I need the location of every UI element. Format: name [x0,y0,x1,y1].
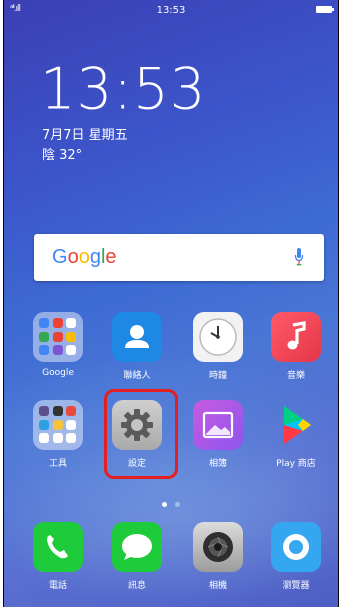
status-bar: ᵃⁱˡ.ıll 13:53 [4,0,338,20]
page-dot-active[interactable] [162,502,167,507]
google-folder-icon [33,312,83,362]
app-messages[interactable]: 訊息 [103,522,171,591]
app-label: Google [42,368,74,378]
app-clock[interactable]: 時鐘 [184,312,252,381]
status-time: 13:53 [156,5,186,16]
google-logo: Google [52,246,117,268]
phone-icon [33,522,83,572]
play-store-icon [271,400,321,450]
message-icon [112,522,162,572]
page-dot[interactable] [175,502,180,507]
app-label: 工具 [48,459,67,469]
clock-icon [193,312,243,362]
app-label: Play 商店 [276,459,316,469]
app-label: 相機 [208,581,227,591]
app-google-folder[interactable]: Google [24,312,92,378]
app-row-1: Google 聯絡人 時鐘 音樂 [4,312,338,392]
app-gallery[interactable]: 相簿 [184,400,252,469]
app-label: 訊息 [127,581,146,591]
tools-folder-icon [33,400,83,450]
dock: 電話 訊息 相機 瀏覽器 [4,522,338,602]
gallery-icon [193,400,243,450]
home-screen: ᵃⁱˡ.ıll 13:53 13:53 7月7日 星期五 陰 32° Googl… [3,0,339,607]
app-label: 時鐘 [208,371,227,381]
app-music[interactable]: 音樂 [262,312,330,381]
mic-icon[interactable] [294,247,304,267]
battery-icon [316,6,334,13]
weather-text: 陰 32° [42,148,83,163]
contacts-icon [112,312,162,362]
app-browser[interactable]: 瀏覽器 [262,522,330,591]
page-indicator [4,492,338,511]
app-phone[interactable]: 電話 [24,522,92,591]
app-label: 相簿 [208,459,227,469]
app-play-store[interactable]: Play 商店 [262,400,330,469]
settings-highlight-box [104,389,178,479]
app-tools-folder[interactable]: 工具 [24,400,92,469]
app-camera[interactable]: 相機 [184,522,252,591]
browser-icon [271,522,321,572]
clock-widget-date: 7月7日 星期五 [42,128,128,143]
app-label: 電話 [48,581,67,591]
app-label: 瀏覽器 [282,581,310,591]
app-contacts[interactable]: 聯絡人 [103,312,171,381]
clock-widget-time[interactable]: 13:53 [40,61,206,118]
music-icon [271,312,321,362]
google-search-bar[interactable]: Google [34,234,324,281]
app-label: 音樂 [286,371,305,381]
app-label: 聯絡人 [123,371,151,381]
camera-icon [193,522,243,572]
